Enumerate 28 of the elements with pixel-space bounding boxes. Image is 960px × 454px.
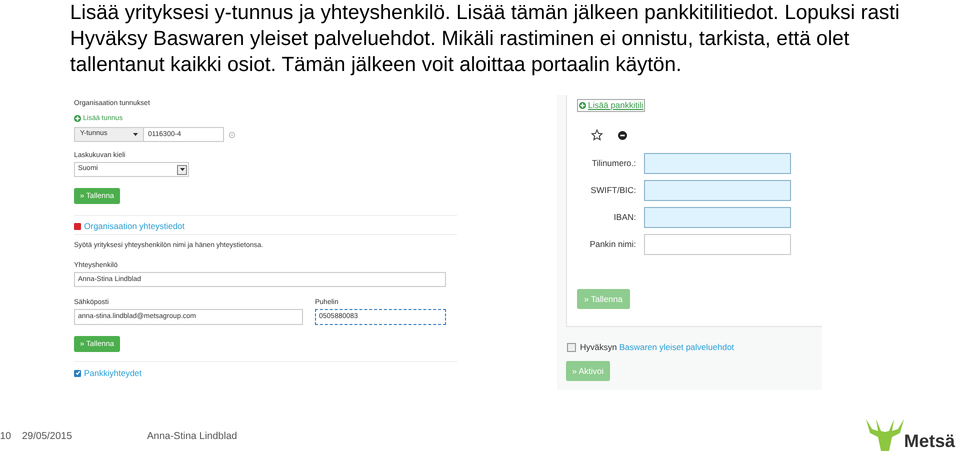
remove-icon[interactable] — [618, 130, 627, 140]
dropdown-button[interactable] — [177, 164, 187, 174]
contact-section-header[interactable]: Organisaation yhteystiedot — [74, 221, 185, 231]
caret-icon — [180, 168, 184, 171]
field-label: Tilinumero.: — [590, 157, 637, 170]
field-label: Pankin nimi: — [588, 238, 637, 251]
text-input[interactable] — [644, 180, 791, 201]
field-label: IBAN: — [612, 211, 637, 224]
add-bank-account-link[interactable]: Lisää pankkitili — [577, 99, 646, 112]
instructions-text: Lisää yrityksesi y-tunnus ja yhteyshenkilö. Lisää tämän jälkeen pankkitilitiedot. Lopuksi rasti Hyväksy Baswaren yleiset palveluehdot. Mikäli rastiminen ei onnistu, tarkista, että olet tallentanut kaikki osiot. Tämän jälkeen voit aloittaa portaalin käytön. — [70, 0, 900, 78]
text-input[interactable] — [644, 207, 791, 228]
checkbox[interactable] — [74, 370, 81, 376]
text-input[interactable] — [644, 234, 791, 255]
terms-link[interactable]: Baswaren yleiset palveluehdot — [619, 342, 734, 352]
slide-author: Anna-Stina Lindblad — [147, 430, 238, 444]
page-number: 10 — [0, 430, 12, 444]
text-input[interactable] — [644, 153, 791, 174]
terms-checkbox[interactable] — [567, 343, 576, 352]
plus-icon — [579, 102, 586, 109]
caret-icon — [133, 133, 138, 136]
slide-date: 29/05/2015 — [22, 430, 74, 444]
plus-icon — [74, 115, 81, 122]
logo-text: Metsä — [904, 431, 956, 451]
star-icon[interactable] — [591, 129, 603, 141]
antler-logo-icon — [866, 417, 904, 452]
terms-text: Hyväksyn Baswaren yleiset palveluehdot — [580, 342, 734, 353]
bank-section-header[interactable]: Pankkiyhteydet — [74, 368, 142, 378]
field-label: SWIFT/BIC: — [590, 184, 637, 197]
